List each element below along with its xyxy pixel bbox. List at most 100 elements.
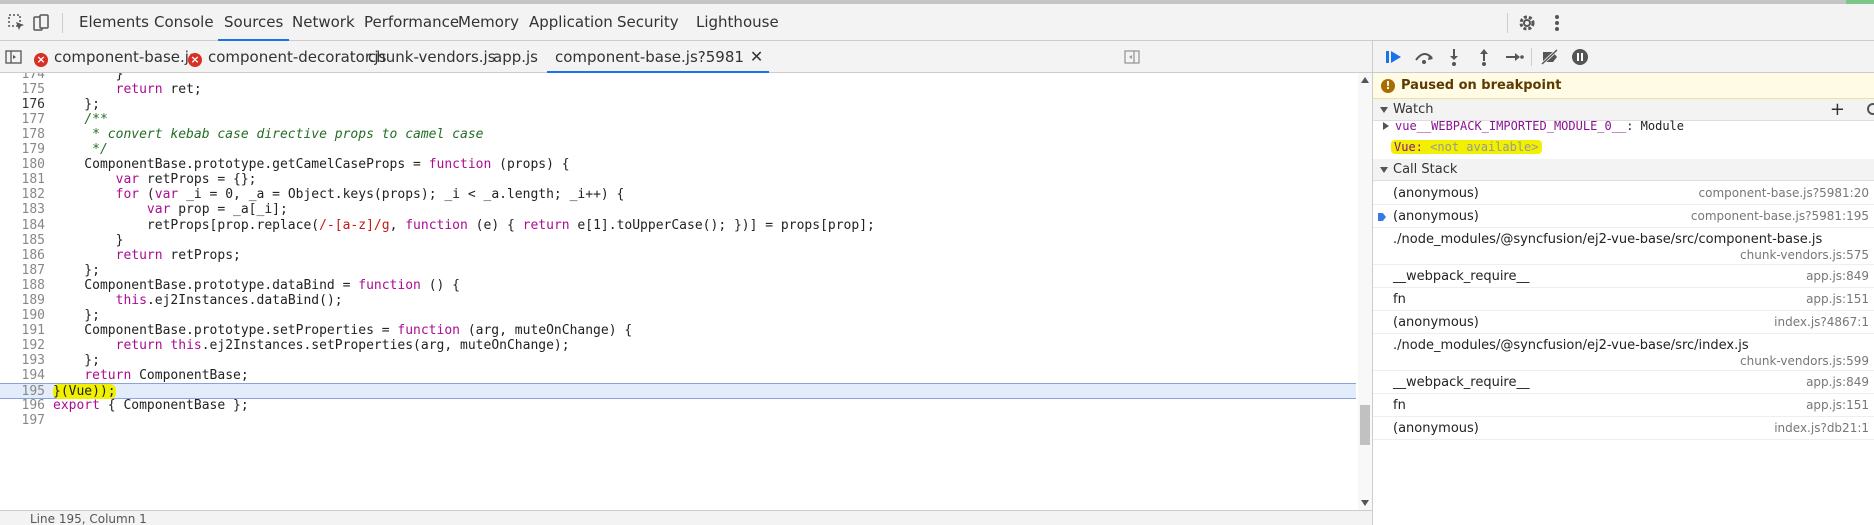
callstack-section-header[interactable]: Call Stack (1373, 159, 1874, 181)
scrollbar-thumb[interactable] (1360, 405, 1370, 445)
line-number[interactable]: 175 (0, 82, 45, 97)
line-number[interactable]: 193 (0, 353, 45, 368)
call-frame[interactable]: fn app.js:151 (1373, 288, 1874, 311)
code-line[interactable]: 191 ComponentBase.prototype.setPropertie… (0, 323, 1356, 339)
tab-elements[interactable]: Elements (73, 4, 155, 41)
code-line[interactable]: 188 ComponentBase.prototype.dataBind = f… (0, 278, 1356, 294)
line-number[interactable]: 178 (0, 127, 45, 142)
call-frame[interactable]: (anonymous) component-base.js?5981:195 (1373, 205, 1874, 228)
line-number[interactable]: 188 (0, 278, 45, 293)
file-tab[interactable]: × component-base.js (34, 41, 197, 73)
call-frame-location[interactable]: app.js:151 (1806, 292, 1869, 306)
paused-code-line[interactable]: 195}(Vue)); (0, 383, 1356, 399)
line-number[interactable]: 191 (0, 323, 45, 338)
code-line[interactable]: 185 } (0, 233, 1356, 249)
line-number[interactable]: 192 (0, 338, 45, 353)
tab-security[interactable]: Security (611, 4, 685, 41)
line-number[interactable]: 174 (0, 73, 45, 82)
line-number[interactable]: 183 (0, 202, 45, 217)
call-frame-location[interactable]: app.js:849 (1806, 269, 1869, 283)
refresh-watch-icon[interactable] (1867, 103, 1874, 115)
code-line[interactable]: 186 return retProps; (0, 248, 1356, 264)
toggle-navigator-icon[interactable] (4, 47, 24, 67)
tab-network[interactable]: Network (286, 4, 361, 41)
step-over-icon[interactable] (1413, 47, 1435, 67)
code-line[interactable]: 194 return ComponentBase; (0, 368, 1356, 384)
more-options-icon[interactable] (1546, 12, 1568, 34)
settings-gear-icon[interactable] (1516, 12, 1538, 34)
line-number[interactable]: 189 (0, 293, 45, 308)
editor-scrollbar[interactable] (1358, 73, 1372, 510)
inspect-element-icon[interactable] (6, 12, 28, 34)
tab-performance[interactable]: Performance (358, 4, 465, 41)
code-line[interactable]: 182 for (var _i = 0, _a = Object.keys(pr… (0, 187, 1356, 203)
device-toolbar-icon[interactable] (30, 12, 52, 34)
watch-item[interactable]: Vue: <not available> (1373, 137, 1874, 157)
line-number[interactable]: 197 (0, 413, 45, 428)
line-number[interactable]: 179 (0, 142, 45, 157)
step-into-icon[interactable] (1443, 47, 1465, 67)
line-number[interactable]: 196 (0, 398, 45, 413)
line-number[interactable]: 190 (0, 308, 45, 323)
code-line[interactable]: 177 /** (0, 112, 1356, 128)
line-number[interactable]: 177 (0, 112, 45, 127)
watch-item[interactable]: vue__WEBPACK_IMPORTED_MODULE_0__: Module (1373, 116, 1874, 136)
line-number[interactable]: 184 (0, 218, 45, 233)
line-number[interactable]: 176 (0, 97, 45, 112)
call-frame[interactable]: __webpack_require__ app.js:849 (1373, 265, 1874, 288)
resume-icon[interactable] (1383, 47, 1405, 67)
call-frame-location[interactable]: index.js?4867:1 (1774, 315, 1869, 329)
code-line[interactable]: 187 }; (0, 263, 1356, 279)
call-frame-location[interactable]: component-base.js?5981:195 (1691, 209, 1869, 223)
file-tab[interactable]: chunk-vendors.js (368, 41, 496, 73)
line-number[interactable]: 186 (0, 248, 45, 263)
code-line[interactable]: 175 return ret; (0, 82, 1356, 98)
code-line[interactable]: 183 var prop = _a[_i]; (0, 202, 1356, 218)
code-line[interactable]: 181 var retProps = {}; (0, 172, 1356, 188)
file-tab[interactable]: app.js (493, 41, 538, 73)
code-line[interactable]: 184 retProps[prop.replace(/-[a-z]/g, fun… (0, 218, 1356, 234)
line-number[interactable]: 181 (0, 172, 45, 187)
call-frame-location[interactable]: chunk-vendors.js:575 (1740, 248, 1869, 262)
step-icon[interactable] (1503, 47, 1525, 67)
call-frame[interactable]: __webpack_require__ app.js:849 (1373, 371, 1874, 394)
code-line[interactable]: 178 * convert kebab case directive props… (0, 127, 1356, 143)
code-line[interactable]: 189 this.ej2Instances.dataBind(); (0, 293, 1356, 309)
close-tab-icon[interactable]: ✕ (750, 47, 763, 66)
line-number[interactable]: 185 (0, 233, 45, 248)
tab-application[interactable]: Application (523, 4, 619, 41)
line-number[interactable]: 195 (0, 384, 45, 399)
code-line[interactable]: 176 }; (0, 97, 1356, 113)
line-number[interactable]: 194 (0, 368, 45, 383)
call-frame-location[interactable]: app.js:849 (1806, 375, 1869, 389)
line-number[interactable]: 182 (0, 187, 45, 202)
scroll-down-arrow[interactable] (1361, 500, 1369, 506)
line-number[interactable]: 180 (0, 157, 45, 172)
tab-memory[interactable]: Memory (452, 4, 525, 41)
call-frame[interactable]: ./node_modules/@syncfusion/ej2-vue-base/… (1373, 334, 1874, 371)
code-line[interactable]: 192 return this.ej2Instances.setProperti… (0, 338, 1356, 354)
deactivate-breakpoints-icon[interactable] (1539, 47, 1561, 67)
call-frame[interactable]: fn app.js:151 (1373, 394, 1874, 417)
call-frame-location[interactable]: app.js:151 (1806, 398, 1869, 412)
code-line[interactable]: 193 }; (0, 353, 1356, 369)
call-frame-location[interactable]: index.js?db21:1 (1774, 421, 1869, 435)
call-frame[interactable]: (anonymous) component-base.js?5981:20 (1373, 182, 1874, 205)
call-frame[interactable]: (anonymous) index.js?4867:1 (1373, 311, 1874, 334)
call-frame-location[interactable]: component-base.js?5981:20 (1699, 186, 1869, 200)
tab-console[interactable]: Console (148, 4, 220, 41)
call-frame-location[interactable]: chunk-vendors.js:599 (1740, 354, 1869, 368)
code-line[interactable]: 196 export { ComponentBase }; (0, 398, 1356, 414)
file-tab[interactable]: × component-decorator.js (188, 41, 386, 73)
tab-lighthouse[interactable]: Lighthouse (690, 4, 785, 41)
code-line[interactable]: 197 (0, 413, 1356, 429)
call-frame[interactable]: ./node_modules/@syncfusion/ej2-vue-base/… (1373, 228, 1874, 265)
code-line[interactable]: 179 */ (0, 142, 1356, 158)
file-tab[interactable]: component-base.js?5981 ✕ (547, 41, 770, 73)
code-line[interactable]: 180 ComponentBase.prototype.getCamelCase… (0, 157, 1356, 173)
code-editor[interactable]: 174 } 175 return ret; 176 }; 177 /** 178 * c… (0, 73, 1358, 510)
line-number[interactable]: 187 (0, 263, 45, 278)
step-out-icon[interactable] (1473, 47, 1495, 67)
call-frame[interactable]: (anonymous) index.js?db21:1 (1373, 417, 1874, 440)
pause-on-exceptions-icon[interactable] (1569, 47, 1591, 67)
